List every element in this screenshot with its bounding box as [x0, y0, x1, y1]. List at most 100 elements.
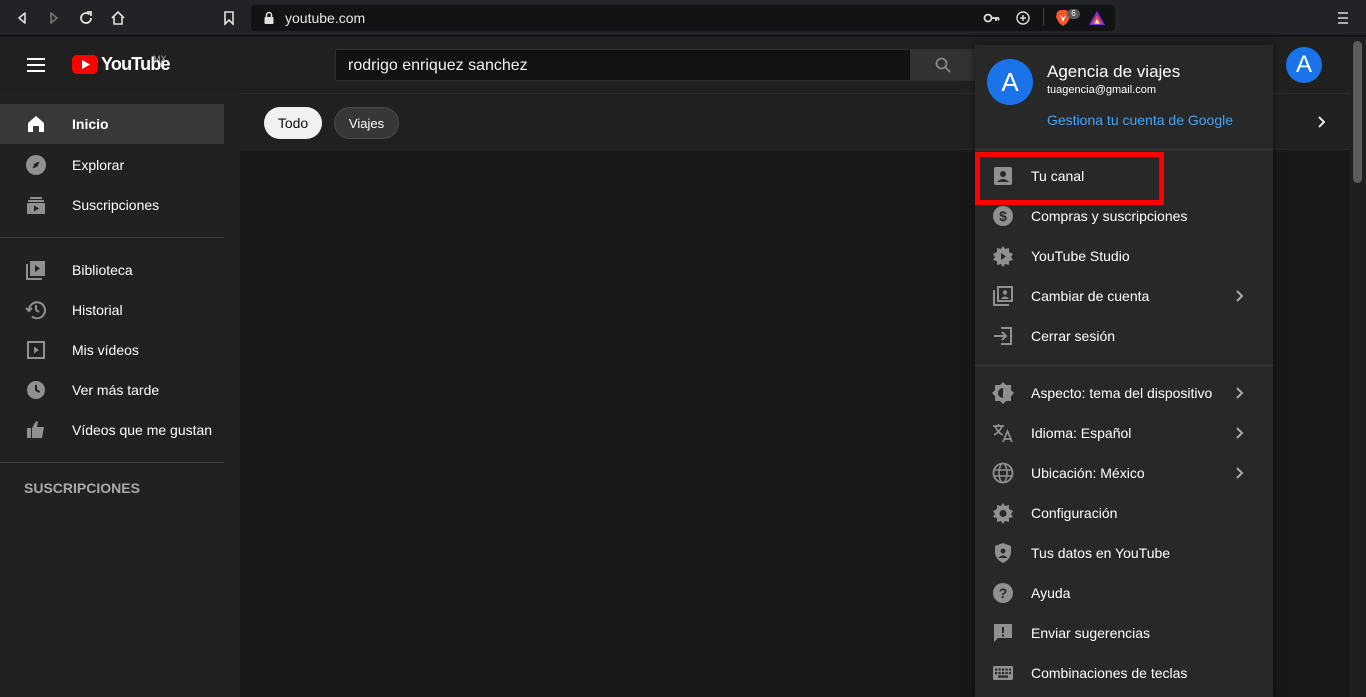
country-code: MX [153, 54, 167, 64]
menu-item-combinaciones-teclas[interactable]: Combinaciones de teclas [975, 653, 1273, 693]
browser-toolbar: youtube.com 6 [0, 0, 1366, 36]
chip-label: Viajes [348, 115, 385, 131]
subscriptions-section-title: SUSCRIPCIONES [24, 480, 140, 496]
switch-account-icon [991, 284, 1015, 308]
menu-item-youtube-studio[interactable]: YouTube Studio [975, 236, 1273, 276]
menu-item-label: Configuración [1031, 505, 1118, 521]
sign-out-icon [991, 324, 1015, 348]
sidebar-item-label: Biblioteca [72, 262, 133, 278]
scrollbar-thumb[interactable] [1353, 41, 1362, 183]
sidebar-item-label: Explorar [72, 157, 125, 173]
menu-item-enviar-sugerencias[interactable]: Enviar sugerencias [975, 613, 1273, 653]
key-icon[interactable] [983, 10, 1001, 26]
address-bar[interactable]: youtube.com [251, 5, 1115, 31]
chevron-right-icon [1229, 423, 1249, 443]
chip-viajes[interactable]: Viajes [334, 107, 399, 139]
chevron-right-icon [1229, 286, 1249, 306]
search-input[interactable]: rodrigo enriquez sanchez [335, 49, 911, 81]
translate-icon [991, 421, 1015, 445]
sidebar-divider [0, 462, 224, 463]
forward-icon[interactable] [44, 8, 64, 28]
page-scrollbar[interactable] [1350, 37, 1366, 697]
menu-item-label: Compras y suscripciones [1031, 208, 1188, 224]
menu-item-label: Tu canal [1031, 168, 1085, 184]
clock-icon [24, 378, 48, 402]
search-query: rodrigo enriquez sanchez [348, 57, 528, 74]
menu-item-label: Ubicación: México [1031, 465, 1145, 481]
search-icon [935, 57, 951, 73]
my-videos-icon [24, 338, 48, 362]
sidebar: Inicio Explorar Suscripciones Biblioteca… [0, 93, 240, 697]
menu-item-label: Aspecto: tema del dispositivo [1031, 385, 1213, 401]
theme-icon [991, 381, 1015, 405]
bookmark-icon[interactable] [219, 8, 239, 28]
menu-avatar: A [987, 59, 1033, 105]
lock-icon [263, 11, 275, 25]
menu-item-tu-canal[interactable]: Tu canal [975, 156, 1273, 196]
thumbs-up-icon [24, 418, 48, 442]
sidebar-item-videos-que-me-gustan[interactable]: Vídeos que me gustan [0, 410, 224, 450]
sidebar-item-label: Ver más tarde [72, 382, 160, 398]
sidebar-item-suscripciones[interactable]: Suscripciones [0, 185, 224, 225]
search-button[interactable] [910, 49, 975, 81]
menu-item-label: Idioma: Español [1031, 425, 1132, 441]
menu-divider [975, 365, 1273, 366]
avatar[interactable]: A [1286, 47, 1322, 83]
menu-item-tus-datos[interactable]: Tus datos en YouTube [975, 533, 1273, 573]
dollar-icon: $ [991, 204, 1015, 228]
menu-item-label: Ayuda [1031, 585, 1071, 601]
home-browser-icon[interactable] [108, 8, 128, 28]
globe-icon [991, 461, 1015, 485]
back-icon[interactable] [12, 8, 32, 28]
manage-google-account-link[interactable]: Gestiona tu cuenta de Google [1047, 112, 1233, 128]
brave-rewards-icon[interactable] [1088, 10, 1106, 26]
hamburger-menu-icon[interactable] [24, 53, 48, 77]
menu-item-ubicacion[interactable]: Ubicación: México [975, 453, 1273, 493]
studio-gear-icon [991, 244, 1015, 268]
account-menu: A Agencia de viajes tuagencia@gmail.com … [975, 45, 1273, 697]
account-box-icon [991, 164, 1015, 188]
menu-item-idioma[interactable]: Idioma: Español [975, 413, 1273, 453]
url-text: youtube.com [285, 10, 366, 26]
subscriptions-icon [24, 193, 48, 217]
sidebar-item-mis-videos[interactable]: Mis vídeos [0, 330, 224, 370]
avatar-letter: A [1295, 51, 1312, 78]
settings-gear-icon [991, 501, 1015, 525]
home-icon [24, 112, 48, 136]
zoom-icon[interactable] [1015, 10, 1031, 26]
menu-item-cambiar-cuenta[interactable]: Cambiar de cuenta [975, 276, 1273, 316]
sidebar-divider [0, 237, 224, 238]
svg-text:$: $ [999, 208, 1007, 224]
chip-todo[interactable]: Todo [264, 107, 322, 139]
library-icon [24, 258, 48, 282]
menu-item-aspecto[interactable]: Aspecto: tema del dispositivo [975, 373, 1273, 413]
sidebar-item-ver-mas-tarde[interactable]: Ver más tarde [0, 370, 224, 410]
feedback-icon [991, 621, 1015, 645]
browser-menu-icon[interactable] [1337, 11, 1349, 25]
sidebar-item-label: Suscripciones [72, 197, 160, 213]
shield-user-icon [991, 541, 1015, 565]
account-email: tuagencia@gmail.com [1047, 84, 1156, 96]
menu-item-compras[interactable]: $ Compras y suscripciones [975, 196, 1273, 236]
sidebar-item-biblioteca[interactable]: Biblioteca [0, 250, 224, 290]
help-icon: ? [991, 581, 1015, 605]
compass-icon [24, 153, 48, 177]
chevron-right-icon [1229, 383, 1249, 403]
menu-item-ayuda[interactable]: ? Ayuda [975, 573, 1273, 613]
svg-text:?: ? [999, 585, 1008, 601]
menu-item-label: Cambiar de cuenta [1031, 288, 1150, 304]
sidebar-item-label: Inicio [72, 116, 109, 132]
reload-icon[interactable] [76, 8, 96, 28]
chevron-right-icon[interactable] [1314, 114, 1328, 130]
menu-item-configuracion[interactable]: Configuración [975, 493, 1273, 533]
menu-item-label: Enviar sugerencias [1031, 625, 1151, 641]
chevron-right-icon [1229, 463, 1249, 483]
account-name: Agencia de viajes [1047, 62, 1181, 81]
menu-divider [975, 149, 1273, 150]
menu-item-cerrar-sesion[interactable]: Cerrar sesión [975, 316, 1273, 356]
sidebar-item-inicio[interactable]: Inicio [0, 104, 224, 144]
history-icon [24, 298, 48, 322]
youtube-play-icon [72, 55, 98, 74]
sidebar-item-historial[interactable]: Historial [0, 290, 224, 330]
sidebar-item-explorar[interactable]: Explorar [0, 145, 224, 185]
